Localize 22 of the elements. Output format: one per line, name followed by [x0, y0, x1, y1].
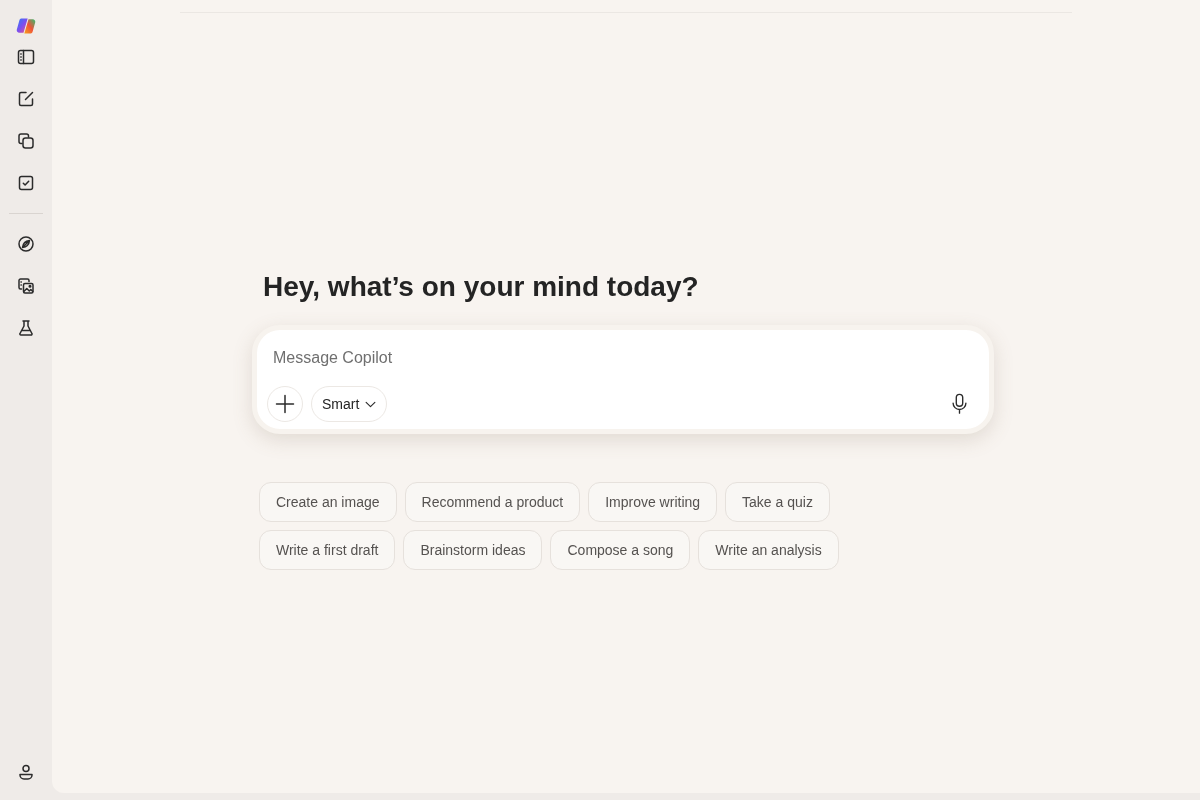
suggestion-chip[interactable]: Take a quiz [725, 482, 830, 522]
flask-icon [16, 318, 36, 338]
image-gallery-icon [16, 276, 36, 296]
logo-icon[interactable] [16, 16, 36, 36]
greeting-heading: Hey, what’s on your mind today? [263, 270, 699, 304]
suggestion-chip[interactable]: Recommend a product [404, 482, 581, 522]
message-input[interactable]: Message Copilot [273, 346, 873, 370]
plus-icon [275, 394, 295, 414]
compass-icon [16, 234, 36, 254]
suggestion-chip[interactable]: Create an image [259, 482, 397, 522]
chevron-down-icon [365, 400, 377, 408]
copy-icon [16, 131, 36, 151]
checkbox-icon [16, 173, 36, 193]
user-icon [16, 762, 36, 782]
suggestion-chip[interactable]: Compose a song [550, 530, 691, 570]
suggestion-chip[interactable]: Write an analysis [698, 530, 839, 570]
sidebar-panel-icon [16, 47, 36, 67]
microphone-icon [949, 393, 969, 415]
suggestion-chip[interactable]: Write a first draft [259, 530, 396, 570]
compose-icon [16, 89, 36, 109]
suggestion-chip[interactable]: Brainstorm ideas [403, 530, 543, 570]
suggestion-chip[interactable]: Improve writing [588, 482, 718, 522]
